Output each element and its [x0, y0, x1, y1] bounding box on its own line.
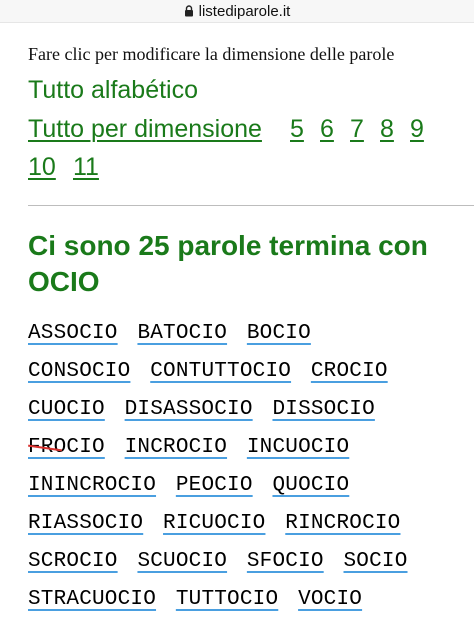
- link-all-alphabetic[interactable]: Tutto alfabético: [28, 78, 198, 103]
- word-item: CROCIO: [310, 360, 388, 383]
- word-item: SCROCIO: [28, 550, 118, 573]
- word-item: DISASSOCIO: [124, 398, 253, 421]
- word-item: SCUOCIO: [137, 550, 228, 573]
- link-size-9[interactable]: 9: [410, 117, 424, 142]
- word-item: CUOCIO: [28, 398, 105, 421]
- word-item: RICUOCIO: [163, 512, 266, 535]
- word-item: TUTTOCIO: [175, 588, 279, 611]
- link-all-by-size[interactable]: Tutto per dimensione: [28, 117, 262, 142]
- results-heading: Ci sono 25 parole termina con OCIO: [28, 230, 428, 297]
- word-row: ININCROCIO PEOCIO QUOCIO: [28, 474, 356, 504]
- word-item: VOCIO: [298, 588, 363, 611]
- link-size-8[interactable]: 8: [380, 117, 394, 142]
- word-row: ASSOCIO BATOCIO BOCIO: [28, 322, 318, 352]
- word-item: RINCROCIO: [285, 512, 401, 535]
- word-item: STRACUOCIO: [28, 588, 157, 611]
- word-item: DISSOCIO: [272, 398, 375, 421]
- word-row: CUOCIO DISASSOCIO DISSOCIO: [28, 398, 382, 428]
- link-size-5[interactable]: 5: [290, 117, 304, 142]
- link-size-6[interactable]: 6: [320, 117, 334, 142]
- link-size-7[interactable]: 7: [350, 117, 364, 142]
- word-item: ASSOCIO: [28, 322, 118, 345]
- word-item: PEOCIO: [175, 474, 253, 497]
- word-row: RIASSOCIO RICUOCIO RINCROCIO: [28, 512, 407, 542]
- word-item: SFOCIO: [246, 550, 324, 573]
- word-item: CONTUTTOCIO: [150, 360, 292, 383]
- link-size-10[interactable]: 10: [28, 155, 56, 180]
- word-item: RIASSOCIO: [28, 512, 144, 535]
- link-size-11[interactable]: 11: [73, 155, 99, 180]
- lock-icon: [184, 5, 193, 17]
- word-item: FROCIO: [28, 436, 105, 459]
- divider: [28, 205, 474, 206]
- word-row: CONSOCIO CONTUTTOCIO CROCIO: [28, 360, 395, 390]
- word-item: INCUOCIO: [246, 436, 350, 459]
- word-row: FROCIO INCROCIO INCUOCIO: [28, 436, 356, 466]
- word-row: STRACUOCIO TUTTOCIO VOCIO: [28, 588, 369, 618]
- word-item: BOCIO: [246, 322, 311, 345]
- word-item: INCROCIO: [124, 436, 228, 459]
- word-item: ININCROCIO: [28, 474, 157, 497]
- instructions-text: Fare clic per modificare la dimensione d…: [28, 44, 395, 64]
- word-row: SCROCIO SCUOCIO SFOCIO SOCIO: [28, 550, 415, 580]
- address-bar[interactable]: listediparole.it: [0, 0, 474, 23]
- url-text: listediparole.it: [198, 2, 291, 20]
- word-item: BATOCIO: [137, 322, 228, 345]
- word-item: SOCIO: [343, 550, 408, 573]
- word-item: QUOCIO: [272, 474, 350, 497]
- word-item: CONSOCIO: [28, 360, 131, 383]
